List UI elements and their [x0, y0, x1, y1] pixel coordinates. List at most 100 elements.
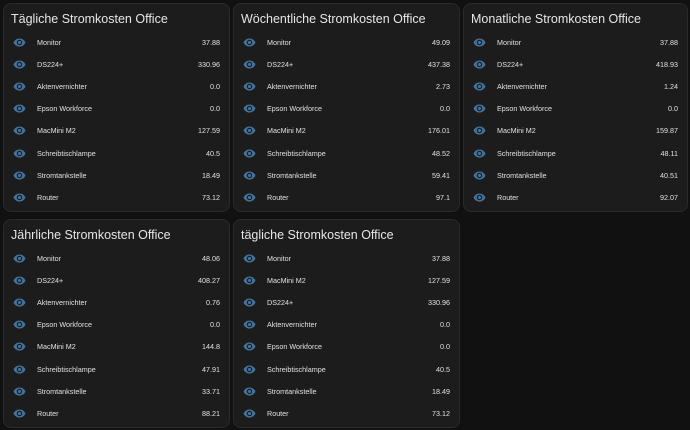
eye-icon[interactable] — [13, 147, 26, 160]
entity-row[interactable]: Monitor 48.06 — [4, 247, 229, 269]
entity-name[interactable]: DS224+ — [267, 60, 428, 69]
entity-row[interactable]: Schreibtischlampe 48.11 — [464, 142, 687, 164]
entity-name[interactable]: Schreibtischlampe — [37, 149, 206, 158]
entity-row[interactable]: Router 73.12 — [234, 402, 459, 424]
entity-row[interactable]: Aktenvernichter 0.0 — [234, 314, 459, 336]
entity-name[interactable]: Stromtankstelle — [37, 387, 202, 396]
entity-name[interactable]: Router — [37, 193, 202, 202]
eye-icon[interactable] — [243, 147, 256, 160]
eye-icon[interactable] — [13, 102, 26, 115]
entity-name[interactable]: Stromtankstelle — [497, 171, 660, 180]
entity-name[interactable]: Stromtankstelle — [37, 171, 202, 180]
entity-row[interactable]: Aktenvernichter 0.0 — [4, 75, 229, 97]
entity-row[interactable]: DS224+ 418.93 — [464, 53, 687, 75]
entity-name[interactable]: MacMini M2 — [37, 126, 198, 135]
entity-name[interactable]: Router — [37, 409, 202, 418]
entity-name[interactable]: Router — [497, 193, 660, 202]
entity-row[interactable]: Aktenvernichter 2.73 — [234, 75, 459, 97]
eye-icon[interactable] — [13, 318, 26, 331]
entity-row[interactable]: MacMini M2 127.59 — [4, 120, 229, 142]
entity-name[interactable]: MacMini M2 — [267, 126, 428, 135]
entity-row[interactable]: Epson Workforce 0.0 — [464, 98, 687, 120]
entity-row[interactable]: MacMini M2 159.87 — [464, 120, 687, 142]
eye-icon[interactable] — [243, 385, 256, 398]
entity-name[interactable]: Schreibtischlampe — [497, 149, 661, 158]
entity-name[interactable]: Aktenvernichter — [267, 82, 436, 91]
entity-name[interactable]: DS224+ — [267, 298, 428, 307]
eye-icon[interactable] — [243, 124, 256, 137]
entity-name[interactable]: Stromtankstelle — [267, 387, 432, 396]
entity-row[interactable]: Epson Workforce 0.0 — [4, 98, 229, 120]
eye-icon[interactable] — [13, 296, 26, 309]
eye-icon[interactable] — [243, 407, 256, 420]
entity-name[interactable]: Router — [267, 193, 436, 202]
eye-icon[interactable] — [473, 80, 486, 93]
entity-name[interactable]: Monitor — [37, 254, 202, 263]
entity-row[interactable]: Aktenvernichter 0.76 — [4, 291, 229, 313]
eye-icon[interactable] — [473, 58, 486, 71]
entity-name[interactable]: Monitor — [37, 38, 202, 47]
eye-icon[interactable] — [473, 191, 486, 204]
entity-row[interactable]: DS224+ 330.96 — [4, 53, 229, 75]
entity-name[interactable]: Aktenvernichter — [37, 82, 210, 91]
eye-icon[interactable] — [243, 318, 256, 331]
entity-row[interactable]: Epson Workforce 0.0 — [4, 314, 229, 336]
eye-icon[interactable] — [13, 340, 26, 353]
eye-icon[interactable] — [13, 385, 26, 398]
entity-name[interactable]: DS224+ — [37, 276, 198, 285]
entity-row[interactable]: Stromtankstelle 40.51 — [464, 164, 687, 186]
eye-icon[interactable] — [13, 169, 26, 182]
entity-name[interactable]: Aktenvernichter — [267, 320, 440, 329]
entity-name[interactable]: Router — [267, 409, 432, 418]
entity-name[interactable]: Aktenvernichter — [497, 82, 664, 91]
entity-name[interactable]: MacMini M2 — [267, 276, 428, 285]
eye-icon[interactable] — [13, 407, 26, 420]
entity-name[interactable]: Epson Workforce — [37, 104, 210, 113]
entity-name[interactable]: Schreibtischlampe — [37, 365, 202, 374]
eye-icon[interactable] — [243, 296, 256, 309]
entity-name[interactable]: Epson Workforce — [267, 104, 440, 113]
entity-name[interactable]: DS224+ — [497, 60, 656, 69]
entity-row[interactable]: Monitor 37.88 — [234, 247, 459, 269]
eye-icon[interactable] — [13, 363, 26, 376]
entity-row[interactable]: Schreibtischlampe 40.5 — [234, 358, 459, 380]
entity-row[interactable]: DS224+ 330.96 — [234, 291, 459, 313]
entity-name[interactable]: Monitor — [267, 38, 432, 47]
entity-row[interactable]: Router 92.07 — [464, 186, 687, 208]
entity-row[interactable]: MacMini M2 144.8 — [4, 336, 229, 358]
eye-icon[interactable] — [473, 124, 486, 137]
eye-icon[interactable] — [13, 80, 26, 93]
eye-icon[interactable] — [243, 252, 256, 265]
entity-row[interactable]: Stromtankstelle 59.41 — [234, 164, 459, 186]
eye-icon[interactable] — [243, 80, 256, 93]
entity-row[interactable]: DS224+ 408.27 — [4, 269, 229, 291]
eye-icon[interactable] — [243, 58, 256, 71]
eye-icon[interactable] — [243, 169, 256, 182]
entity-row[interactable]: Monitor 37.88 — [464, 31, 687, 53]
entity-name[interactable]: Schreibtischlampe — [267, 365, 436, 374]
eye-icon[interactable] — [243, 274, 256, 287]
eye-icon[interactable] — [13, 124, 26, 137]
entity-name[interactable]: MacMini M2 — [37, 342, 202, 351]
entity-row[interactable]: Epson Workforce 0.0 — [234, 98, 459, 120]
eye-icon[interactable] — [13, 191, 26, 204]
entity-row[interactable]: Schreibtischlampe 48.52 — [234, 142, 459, 164]
entity-name[interactable]: Epson Workforce — [267, 342, 440, 351]
eye-icon[interactable] — [473, 169, 486, 182]
entity-row[interactable]: MacMini M2 127.59 — [234, 269, 459, 291]
eye-icon[interactable] — [243, 36, 256, 49]
eye-icon[interactable] — [243, 363, 256, 376]
entity-row[interactable]: DS224+ 437.38 — [234, 53, 459, 75]
entity-name[interactable]: Monitor — [497, 38, 660, 47]
entity-row[interactable]: Router 88.21 — [4, 402, 229, 424]
eye-icon[interactable] — [473, 147, 486, 160]
entity-row[interactable]: Epson Workforce 0.0 — [234, 336, 459, 358]
eye-icon[interactable] — [243, 102, 256, 115]
entity-name[interactable]: Schreibtischlampe — [267, 149, 432, 158]
eye-icon[interactable] — [13, 252, 26, 265]
entity-name[interactable]: Epson Workforce — [37, 320, 210, 329]
entity-row[interactable]: Router 97.1 — [234, 186, 459, 208]
eye-icon[interactable] — [243, 191, 256, 204]
eye-icon[interactable] — [243, 340, 256, 353]
entity-row[interactable]: Stromtankstelle 33.71 — [4, 380, 229, 402]
